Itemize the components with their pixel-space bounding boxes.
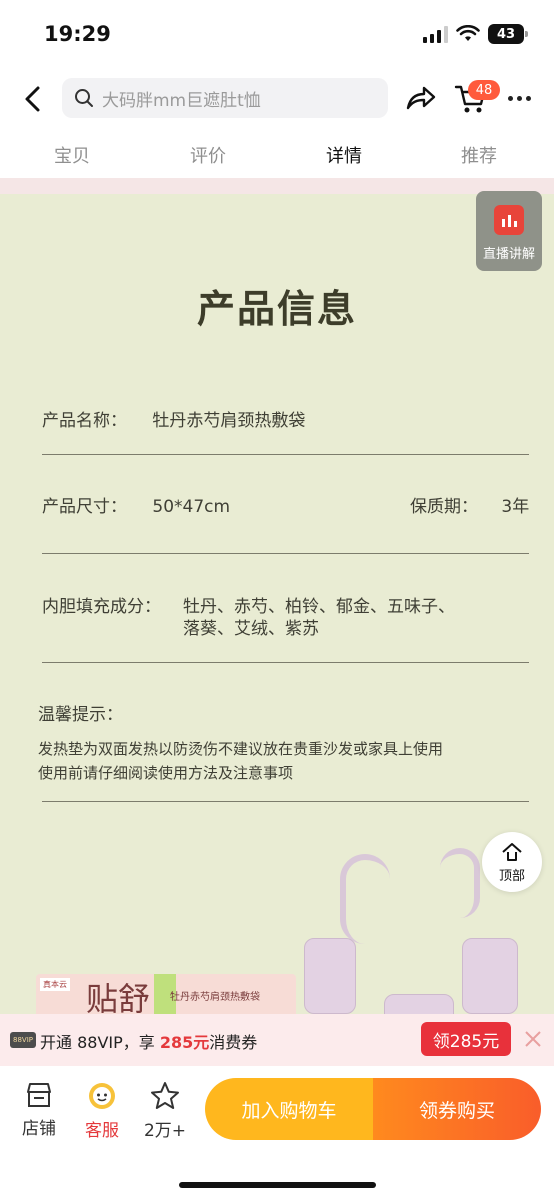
heat-pad-right xyxy=(462,938,518,1014)
divider xyxy=(42,662,529,663)
heat-pad-center xyxy=(384,994,454,1014)
wifi-icon xyxy=(456,25,480,41)
star-icon xyxy=(151,1082,179,1109)
search-input[interactable]: 大码胖mm巨遮肚t恤 xyxy=(62,78,388,118)
product-info-title: 产品信息 xyxy=(196,286,357,331)
signal-icon xyxy=(423,25,448,43)
heat-pad-left xyxy=(304,938,356,1014)
divider xyxy=(42,553,529,554)
status-bar: 19:29 43 xyxy=(0,0,554,70)
product-name-value: 牡丹赤芍肩颈热敷袋 xyxy=(152,411,306,431)
detail-tabs: 宝贝 评价 详情 推荐 xyxy=(0,138,554,174)
buy-with-coupon-button[interactable]: 领券购买 xyxy=(373,1078,541,1140)
customer-service-button[interactable]: 客服 xyxy=(72,1080,132,1141)
box-big-text: 贴舒 xyxy=(86,980,151,1014)
shop-label: 店铺 xyxy=(22,1119,56,1139)
vip-tag: 88VIP xyxy=(10,1032,36,1048)
back-to-top-button[interactable]: 顶部 xyxy=(482,832,542,892)
back-icon[interactable] xyxy=(18,82,48,116)
divider xyxy=(42,454,529,455)
status-icons: 43 xyxy=(423,24,528,44)
tab-recommend[interactable]: 推荐 xyxy=(461,142,497,168)
back-to-top-label: 顶部 xyxy=(498,868,525,884)
divider-band xyxy=(0,178,554,194)
claim-coupon-button[interactable]: 领285元 xyxy=(421,1022,511,1056)
product-box: 真本云 贴舒 牡丹赤芍肩颈热敷袋 xyxy=(36,974,296,1014)
strap-right xyxy=(440,848,480,918)
filling-label: 内胆填充成分： xyxy=(42,597,161,617)
divider xyxy=(42,801,529,802)
favorite-count: 2万+ xyxy=(143,1121,187,1141)
filling-row: 内胆填充成分： xyxy=(42,592,161,617)
box-brand-logo: 真本云 xyxy=(40,978,70,991)
search-placeholder: 大码胖mm巨遮肚t恤 xyxy=(102,90,261,111)
share-icon[interactable] xyxy=(404,84,436,112)
product-size-label: 产品尺寸： xyxy=(42,497,127,517)
vip-text-before: 开通 88VIP，享 xyxy=(40,1033,160,1052)
cart-count-badge: 48 xyxy=(468,80,500,100)
customer-service-icon xyxy=(89,1083,115,1109)
shelf-life-label: 保质期： xyxy=(410,497,478,517)
shop-icon xyxy=(27,1083,51,1107)
status-time: 19:29 xyxy=(44,22,111,46)
search-icon xyxy=(75,89,93,107)
shelf-life-value: 3年 xyxy=(501,497,530,517)
home-indicator xyxy=(179,1182,376,1188)
product-detail-content: 直播讲解 产品信息 产品名称： 牡丹赤芍肩颈热敷袋 产品尺寸： 50*47cm … xyxy=(0,178,554,1014)
product-name-label: 产品名称： xyxy=(42,411,127,431)
live-chart-icon xyxy=(494,205,524,235)
product-size-row: 产品尺寸： 50*47cm xyxy=(42,492,230,517)
more-icon[interactable] xyxy=(508,96,531,101)
product-size-value: 50*47cm xyxy=(152,497,231,517)
tips-line-1: 发热垫为双面发热以防烫伤不建议放在贵重沙发或家具上使用 xyxy=(38,740,444,758)
shelf-life-row: 保质期： 3年 xyxy=(410,492,529,517)
tab-reviews[interactable]: 评价 xyxy=(190,142,226,168)
battery-icon: 43 xyxy=(488,24,528,44)
tab-details[interactable]: 详情 xyxy=(326,142,362,168)
tab-product[interactable]: 宝贝 xyxy=(54,142,90,168)
product-name-row: 产品名称： 牡丹赤芍肩颈热敷袋 xyxy=(42,406,305,431)
favorite-button[interactable]: 2万+ xyxy=(135,1080,195,1141)
tips-label: 温馨提示： xyxy=(38,705,123,725)
live-explain-label: 直播讲解 xyxy=(482,247,535,262)
close-icon[interactable] xyxy=(520,1026,546,1052)
shop-button[interactable]: 店铺 xyxy=(9,1080,69,1139)
vip-text-after: 消费券 xyxy=(209,1033,258,1052)
vip-promo-bar: 88VIP 开通 88VIP，享 285元消费券 领285元 xyxy=(0,1014,554,1066)
box-sub-text: 牡丹赤芍肩颈热敷袋 xyxy=(170,992,260,1003)
top-nav: 大码胖mm巨遮肚t恤 48 xyxy=(0,74,554,124)
customer-service-label: 客服 xyxy=(85,1121,119,1141)
add-to-cart-button[interactable]: 加入购物车 xyxy=(205,1078,373,1140)
vip-promo-text: 开通 88VIP，享 285元消费券 xyxy=(40,1029,257,1053)
tips-line-2: 使用前请仔细阅读使用方法及注意事项 xyxy=(38,764,294,782)
filling-line-2: 落葵、艾绒、紫苏 xyxy=(183,619,319,639)
live-explain-button[interactable]: 直播讲解 xyxy=(476,191,542,271)
arrow-up-icon xyxy=(502,842,522,861)
bottom-action-bar: 店铺 客服 2万+ 加入购物车 领券购买 xyxy=(0,1066,554,1200)
vip-amount: 285元 xyxy=(159,1033,210,1052)
strap-left xyxy=(340,854,390,944)
